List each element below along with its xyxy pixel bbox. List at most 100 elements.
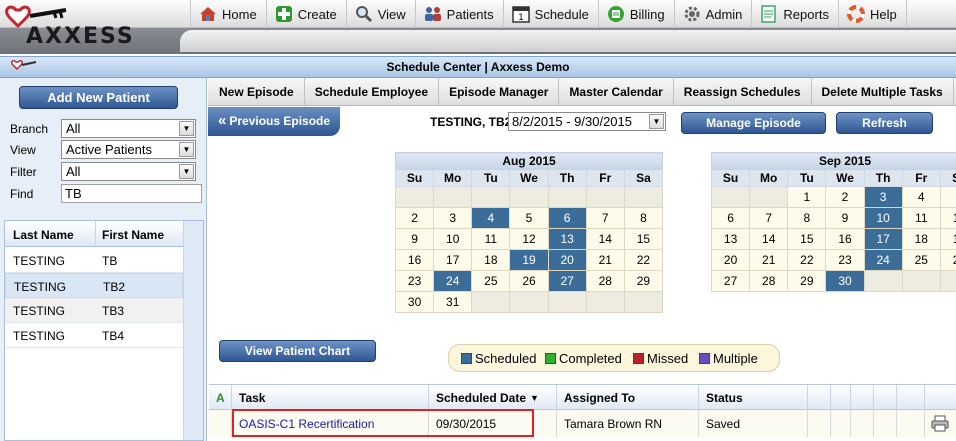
nav-patients[interactable]: Patients: [416, 0, 504, 28]
calendar-day-scheduled[interactable]: 10: [863, 207, 903, 229]
calendar-day[interactable]: 19: [939, 228, 956, 250]
printer-icon[interactable]: [931, 415, 949, 432]
calendar-day-scheduled[interactable]: 24: [433, 270, 473, 292]
calendar-day[interactable]: 21: [585, 249, 625, 271]
nav-view[interactable]: View: [347, 0, 416, 28]
calendar-day[interactable]: 25: [471, 270, 511, 292]
calendar-day[interactable]: 15: [787, 228, 827, 250]
calendar-day[interactable]: 1: [787, 186, 827, 208]
patient-row[interactable]: TESTING TB3: [5, 298, 183, 323]
column-assigned-to[interactable]: Assigned To: [557, 385, 699, 410]
calendar-day[interactable]: 26: [939, 249, 956, 271]
task-row[interactable]: OASIS-C1 Recertification 09/30/2015 Tama…: [209, 410, 956, 437]
calendar-day-scheduled[interactable]: 19: [509, 249, 549, 271]
calendar-day[interactable]: 13: [710, 228, 751, 250]
calendar-day[interactable]: 23: [394, 270, 435, 292]
calendar-day-scheduled[interactable]: 27: [547, 270, 587, 292]
column-scheduled-date[interactable]: Scheduled Date ▼: [429, 385, 557, 410]
patient-grid-scrollbar[interactable]: [183, 221, 203, 440]
branch-select[interactable]: All ▼: [61, 119, 196, 138]
calendar-day[interactable]: 9: [825, 207, 865, 229]
nav-create[interactable]: Create: [267, 0, 347, 28]
calendar-day[interactable]: 4: [901, 186, 941, 208]
episode-range-select[interactable]: 8/2/2015 - 9/30/2015 ▼: [508, 112, 666, 131]
calendar-day[interactable]: 8: [787, 207, 827, 229]
calendar-day[interactable]: 20: [710, 249, 751, 271]
calendar-day[interactable]: 7: [585, 207, 625, 229]
previous-episode-button[interactable]: «Previous Episode: [208, 107, 340, 136]
calendar-day[interactable]: 22: [623, 249, 664, 271]
calendar-day[interactable]: 14: [585, 228, 625, 250]
calendar-day-scheduled[interactable]: 20: [547, 249, 587, 271]
nav-home[interactable]: Home: [190, 0, 267, 28]
tab-reassign-schedules[interactable]: Reassign Schedules: [674, 78, 812, 106]
calendar-day-scheduled[interactable]: 13: [547, 228, 587, 250]
patient-row[interactable]: TESTING TB: [5, 248, 183, 273]
calendar-day[interactable]: 12: [509, 228, 549, 250]
nav-admin[interactable]: Admin: [675, 0, 753, 28]
calendar-day[interactable]: 29: [787, 270, 827, 292]
task-link[interactable]: OASIS-C1 Recertification: [239, 417, 374, 431]
calendar-day[interactable]: 18: [471, 249, 511, 271]
calendar-day-scheduled[interactable]: 4: [471, 207, 511, 229]
calendar-day[interactable]: 26: [509, 270, 549, 292]
tab-new-episode[interactable]: New Episode: [208, 78, 305, 106]
calendar-day[interactable]: 16: [394, 249, 435, 271]
tab-schedule-employee[interactable]: Schedule Employee: [305, 78, 440, 106]
tab-episode-manager[interactable]: Episode Manager: [439, 78, 560, 106]
calendar-day[interactable]: 8: [623, 207, 664, 229]
calendar-day[interactable]: 23: [825, 249, 865, 271]
view-select[interactable]: Active Patients ▼: [61, 140, 196, 159]
calendar-day-scheduled[interactable]: 24: [863, 249, 903, 271]
calendar-day[interactable]: 18: [901, 228, 941, 250]
calendar-day-scheduled[interactable]: 30: [825, 270, 865, 292]
calendar-day[interactable]: 27: [710, 270, 751, 292]
refresh-button[interactable]: Refresh: [836, 112, 933, 134]
patient-row[interactable]: TESTING TB4: [5, 323, 183, 348]
calendar-day[interactable]: 21: [749, 249, 789, 271]
calendar-day-scheduled[interactable]: 3: [863, 186, 903, 208]
column-a[interactable]: A: [209, 385, 232, 410]
calendar-day[interactable]: 17: [433, 249, 473, 271]
calendar-day[interactable]: 2: [825, 186, 865, 208]
calendar-day[interactable]: 16: [825, 228, 865, 250]
calendar-day[interactable]: 2: [394, 207, 435, 229]
calendar-day[interactable]: 15: [623, 228, 664, 250]
calendar-day[interactable]: 29: [623, 270, 664, 292]
tab-master-calendar[interactable]: Master Calendar: [559, 78, 674, 106]
calendar-day[interactable]: 28: [749, 270, 789, 292]
manage-episode-button[interactable]: Manage Episode: [681, 112, 826, 134]
calendar-day[interactable]: 11: [471, 228, 511, 250]
calendar-day[interactable]: 12: [939, 207, 956, 229]
calendar-day[interactable]: 3: [433, 207, 473, 229]
nav-help[interactable]: Help: [839, 0, 907, 28]
calendar-day[interactable]: 5: [509, 207, 549, 229]
nav-schedule[interactable]: 1 Schedule: [504, 0, 599, 28]
calendar-day[interactable]: 30: [394, 291, 435, 313]
calendar-day[interactable]: 10: [433, 228, 473, 250]
calendar-day[interactable]: 25: [901, 249, 941, 271]
add-new-patient-button[interactable]: Add New Patient: [19, 86, 178, 109]
tab-delete-multiple-tasks[interactable]: Delete Multiple Tasks: [812, 78, 954, 106]
calendar-day[interactable]: 9: [394, 228, 435, 250]
column-status[interactable]: Status: [699, 385, 808, 410]
column-first-name[interactable]: First Name: [96, 221, 183, 247]
calendar-day[interactable]: 11: [901, 207, 941, 229]
find-input[interactable]: [61, 184, 202, 203]
calendar-day[interactable]: 7: [749, 207, 789, 229]
calendar-day[interactable]: 14: [749, 228, 789, 250]
nav-reports[interactable]: Reports: [752, 0, 839, 28]
calendar-day[interactable]: 5: [939, 186, 956, 208]
calendar-day-scheduled[interactable]: 17: [863, 228, 903, 250]
column-task[interactable]: Task: [232, 385, 429, 410]
column-last-name[interactable]: Last Name: [5, 221, 96, 247]
calendar-day[interactable]: 31: [433, 291, 473, 313]
filter-select[interactable]: All ▼: [61, 162, 196, 181]
calendar-day[interactable]: 6: [710, 207, 751, 229]
patient-row-selected[interactable]: TESTING TB2: [5, 273, 183, 298]
calendar-day[interactable]: 22: [787, 249, 827, 271]
calendar-day-scheduled[interactable]: 6: [547, 207, 587, 229]
calendar-day[interactable]: 28: [585, 270, 625, 292]
nav-billing[interactable]: Billing: [599, 0, 675, 28]
view-patient-chart-button[interactable]: View Patient Chart: [219, 340, 376, 362]
